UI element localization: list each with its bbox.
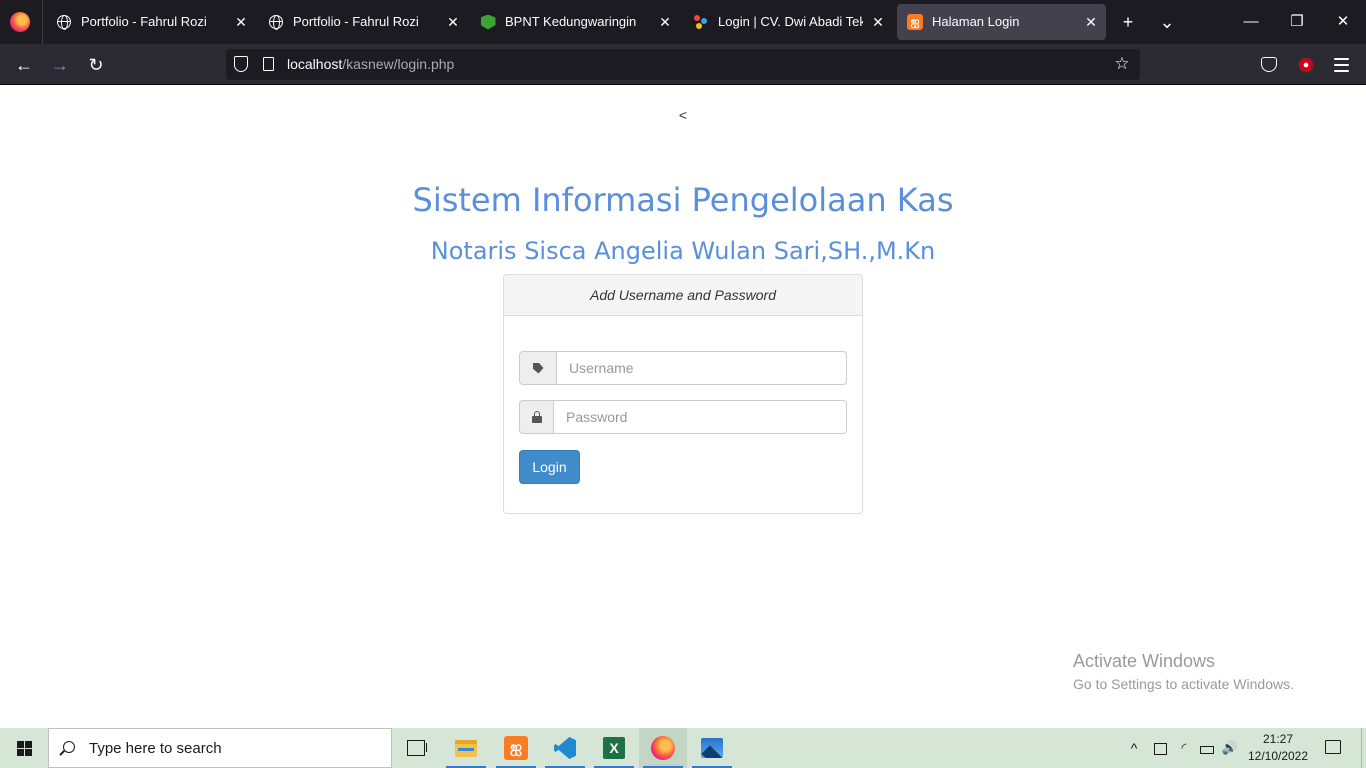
photos-button[interactable] xyxy=(688,728,736,768)
tab-separator xyxy=(42,0,43,44)
search-placeholder: Type here to search xyxy=(89,740,222,757)
url-path: /kasnew/login.php xyxy=(342,56,455,72)
windows-taskbar: Type here to search ஐ X ^ ◜ 🔊 21:27 12/1… xyxy=(0,728,1366,768)
vscode-button[interactable] xyxy=(541,728,589,768)
login-panel: Add Username and Password Login xyxy=(503,274,863,514)
tab-title: Login | CV. Dwi Abadi Teknik xyxy=(718,14,863,29)
xampp-icon: ஐ xyxy=(504,736,528,760)
back-button[interactable]: ← xyxy=(9,50,39,80)
clock[interactable]: 21:27 12/10/2022 xyxy=(1240,731,1316,765)
wifi-icon[interactable]: ◜ xyxy=(1174,728,1194,768)
notification-center-icon[interactable] xyxy=(1325,740,1341,754)
tab-title: Halaman Login xyxy=(932,14,1020,29)
excel-button[interactable]: X xyxy=(590,728,638,768)
new-tab-button[interactable]: + xyxy=(1114,8,1142,36)
tab-portfolio-2[interactable]: Portfolio - Fahrul Rozi ✕ xyxy=(258,4,468,40)
firefox-logo-icon[interactable] xyxy=(10,12,30,32)
page-title: Sistem Informasi Pengelolaan Kas xyxy=(412,181,954,219)
address-bar[interactable]: localhost/kasnew/login.php ☆ xyxy=(226,49,1140,80)
windows-logo-icon xyxy=(17,741,32,756)
close-window-button[interactable]: ✕ xyxy=(1320,0,1366,44)
firefox-icon xyxy=(651,736,675,760)
lock-icon xyxy=(519,400,553,434)
task-view-icon xyxy=(407,740,427,756)
tab-portfolio-1[interactable]: Portfolio - Fahrul Rozi ✕ xyxy=(46,4,256,40)
url-text[interactable]: localhost/kasnew/login.php xyxy=(287,49,454,80)
security-tray-icon[interactable] xyxy=(1150,728,1170,768)
activate-windows-hint: Go to Settings to activate Windows. xyxy=(1073,676,1294,692)
network-icon[interactable] xyxy=(1197,728,1217,768)
close-tab-icon[interactable]: ✕ xyxy=(1082,13,1100,31)
clock-date: 12/10/2022 xyxy=(1247,749,1309,763)
list-all-tabs-button[interactable]: ⌄ xyxy=(1153,8,1181,36)
tab-title: Portfolio - Fahrul Rozi xyxy=(293,14,419,29)
tray-chevron-icon[interactable]: ^ xyxy=(1124,728,1144,768)
bookmark-star-icon[interactable]: ☆ xyxy=(1110,52,1134,76)
username-input-group xyxy=(519,351,847,385)
page-info-icon[interactable] xyxy=(263,57,274,71)
navigation-toolbar: ← → ↻ localhost/kasnew/login.php ☆ xyxy=(0,44,1366,85)
bpnt-favicon-icon xyxy=(480,14,496,30)
login-button[interactable]: Login xyxy=(519,450,580,484)
page-content: < Sistem Informasi Pengelolaan Kas Notar… xyxy=(0,85,1366,728)
tracking-protection-shield-icon[interactable] xyxy=(234,56,248,72)
tab-halaman-login[interactable]: ஐ Halaman Login ✕ xyxy=(897,4,1106,40)
globe-icon xyxy=(268,14,284,30)
close-tab-icon[interactable]: ✕ xyxy=(656,13,674,31)
extension-icon[interactable] xyxy=(1298,57,1314,73)
xampp-button[interactable]: ஐ xyxy=(492,728,540,768)
browser-tab-bar: Portfolio - Fahrul Rozi ✕ Portfolio - Fa… xyxy=(0,0,1366,44)
tab-bpnt[interactable]: BPNT Kedungwaringin ✕ xyxy=(470,4,680,40)
search-icon xyxy=(63,741,75,753)
xampp-favicon-icon: ஐ xyxy=(907,14,923,30)
close-tab-icon[interactable]: ✕ xyxy=(232,13,250,31)
minimize-window-button[interactable]: — xyxy=(1228,0,1274,44)
activate-windows-title: Activate Windows xyxy=(1073,651,1216,671)
username-input[interactable] xyxy=(556,351,847,385)
vscode-icon xyxy=(554,737,576,759)
close-tab-icon[interactable]: ✕ xyxy=(869,13,887,31)
tab-title: Portfolio - Fahrul Rozi xyxy=(81,14,207,29)
reload-button[interactable]: ↻ xyxy=(81,50,111,80)
photos-icon xyxy=(701,738,723,758)
hamburger-menu-icon[interactable] xyxy=(1334,58,1349,76)
globe-icon xyxy=(56,14,72,30)
clock-time: 21:27 xyxy=(1262,732,1294,746)
restore-window-button[interactable]: ❐ xyxy=(1274,0,1320,44)
file-explorer-button[interactable] xyxy=(442,728,490,768)
activate-windows-watermark: Activate Windows Go to Settings to activ… xyxy=(1073,651,1294,692)
tag-icon xyxy=(519,351,556,385)
firefox-button[interactable] xyxy=(639,728,687,768)
tab-dwi-abadi[interactable]: Login | CV. Dwi Abadi Teknik ✕ xyxy=(683,4,893,40)
task-view-button[interactable] xyxy=(392,728,440,768)
dots-favicon-icon xyxy=(693,14,709,30)
page-subtitle: Notaris Sisca Angelia Wulan Sari,SH.,M.K… xyxy=(430,237,936,265)
taskbar-search-box[interactable]: Type here to search xyxy=(48,728,392,768)
start-button[interactable] xyxy=(0,728,48,768)
pocket-icon[interactable] xyxy=(1261,57,1277,72)
volume-icon[interactable]: 🔊 xyxy=(1220,728,1240,768)
url-host: localhost xyxy=(287,56,343,72)
stray-text: < xyxy=(678,107,688,123)
file-explorer-icon xyxy=(455,739,477,757)
password-input[interactable] xyxy=(553,400,847,434)
excel-icon: X xyxy=(603,737,625,759)
password-input-group xyxy=(519,400,847,434)
tab-title: BPNT Kedungwaringin xyxy=(505,14,637,29)
close-tab-icon[interactable]: ✕ xyxy=(444,13,462,31)
forward-button[interactable]: → xyxy=(45,50,75,80)
panel-heading: Add Username and Password xyxy=(504,275,862,316)
show-desktop-button[interactable] xyxy=(1361,728,1362,768)
